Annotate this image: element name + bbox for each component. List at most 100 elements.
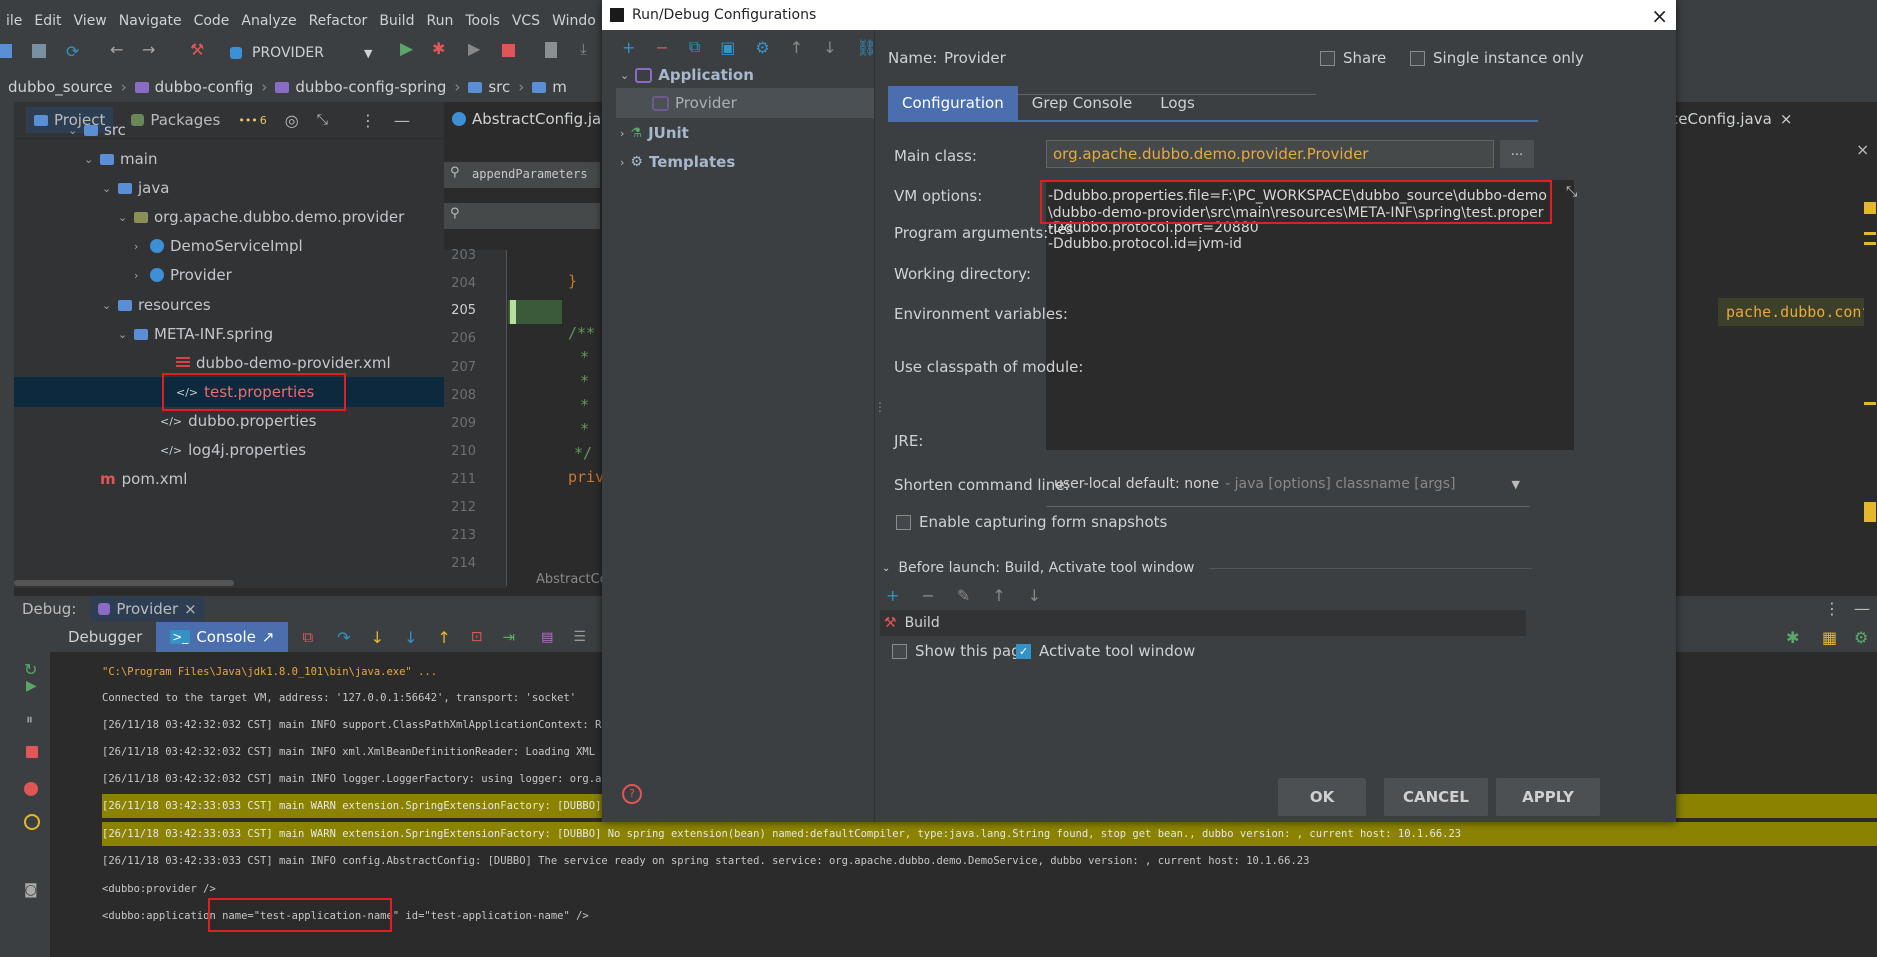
help-icon[interactable]: ? [622, 784, 642, 804]
tab-grep-console[interactable]: Grep Console [1018, 86, 1147, 120]
close-icon[interactable]: × [1856, 140, 1869, 159]
editor-tab[interactable]: AbstractConfig.java [452, 102, 619, 136]
tree-node-application[interactable]: ⌄ Application [620, 66, 754, 84]
main-class-input[interactable]: org.apache.dubbo.demo.provider.Provider [1046, 140, 1494, 168]
step-over-icon[interactable]: ↷ [337, 628, 350, 647]
tree-item-src[interactable]: ⌄ src [68, 121, 126, 139]
replace-input[interactable]: ⚲ [444, 203, 600, 229]
editor-tab-right[interactable]: ceConfig.java × [1670, 102, 1792, 136]
tree-item-resources[interactable]: ⌄ resources [102, 296, 211, 314]
tree-item-java[interactable]: ⌄ java [102, 179, 169, 197]
show-page-check[interactable] [892, 644, 907, 659]
single-instance-check[interactable] [1410, 51, 1425, 66]
name-value[interactable]: Provider [944, 49, 1006, 67]
add-icon[interactable]: + [622, 38, 635, 57]
tree-item-log4j-properties[interactable]: </> log4j.properties [160, 441, 306, 459]
activate-window-check[interactable]: ✓ [1016, 644, 1031, 659]
menu-navigate[interactable]: Navigate [113, 13, 188, 29]
tab-debugger[interactable]: Debugger [54, 622, 156, 652]
before-launch-section[interactable]: ⌄ Before launch: Build, Activate tool wi… [882, 558, 1532, 578]
ok-button[interactable]: OK [1278, 778, 1366, 816]
warning-marker[interactable] [1864, 202, 1876, 214]
breadcrumb-item[interactable]: src [460, 78, 518, 96]
activate-window-checkbox[interactable]: ✓ Activate tool window [1016, 642, 1195, 660]
collapse-icon[interactable]: ⤡ [317, 112, 328, 128]
menu-run[interactable]: Run [420, 13, 459, 29]
tree-item-provider[interactable]: › Provider [134, 266, 232, 284]
project-structure-icon[interactable] [545, 42, 557, 58]
menu-edit[interactable]: Edit [28, 13, 67, 29]
remove-icon[interactable]: − [655, 38, 668, 57]
camera-icon[interactable]: ◙ [24, 882, 38, 898]
hide-panel-icon[interactable]: — [394, 111, 410, 130]
back-arrow-icon[interactable]: ← [110, 40, 123, 59]
shorten-cmd-select[interactable]: user-local default: none - java [options… [1046, 462, 1530, 507]
copy-icon[interactable]: ⧉ [689, 37, 700, 57]
tab-packages[interactable]: Packages [131, 111, 220, 129]
remove-icon[interactable]: − [921, 586, 934, 605]
move-down-icon[interactable]: ↓ [823, 38, 836, 57]
menu-view[interactable]: View [68, 13, 113, 29]
breadcrumb-item[interactable]: dubbo-config-spring [267, 78, 454, 96]
tree-item-dubbo-properties[interactable]: </> dubbo.properties [160, 412, 316, 430]
tab-console[interactable]: >_ Console ↗ [156, 622, 289, 652]
cancel-button[interactable]: CANCEL [1384, 778, 1488, 816]
search-input[interactable]: appendParameters ⚲ [444, 162, 600, 188]
settings-icon[interactable]: ⚙ [1854, 628, 1868, 647]
tree-node-junit[interactable]: › ⚗ JUnit [620, 124, 689, 142]
options-menu-icon[interactable]: ⋮ [360, 111, 376, 130]
before-launch-item-build[interactable]: ⚒ Build [880, 610, 1526, 636]
trace-icon[interactable]: ☰ [573, 629, 586, 645]
options-menu-icon[interactable]: ⋮ [1824, 599, 1840, 618]
menu-build[interactable]: Build [373, 13, 420, 29]
snapshots-checkbox[interactable]: Enable capturing form snapshots [896, 513, 1167, 531]
mute-breakpoints-icon[interactable] [24, 814, 40, 830]
debug-bug-icon[interactable]: ✱ [432, 39, 445, 58]
add-icon[interactable]: + [886, 586, 899, 605]
stop-icon[interactable] [502, 44, 515, 57]
step-into-icon[interactable]: ↓ [371, 628, 384, 647]
breadcrumb-item[interactable]: dubbo_source [0, 78, 121, 96]
target-icon[interactable]: ◎ [285, 111, 299, 130]
tree-node-provider[interactable]: Provider [652, 94, 737, 112]
close-icon[interactable]: × [1651, 4, 1668, 28]
download-icon[interactable]: ⤓ [580, 40, 587, 58]
restore-layout-icon[interactable]: ↗ [262, 628, 275, 646]
share-check[interactable] [1320, 51, 1335, 66]
tab-logs[interactable]: Logs [1146, 86, 1209, 120]
breadcrumb-item[interactable]: dubbo-config [127, 78, 262, 96]
drop-frame-icon[interactable]: ⊡ [471, 629, 483, 645]
close-icon[interactable]: × [1780, 110, 1793, 128]
move-up-icon[interactable]: ↑ [790, 38, 803, 57]
menu-tools[interactable]: Tools [459, 13, 506, 29]
menu-analyze[interactable]: Analyze [235, 13, 302, 29]
run-config-selector[interactable]: PROVIDER ▼ [230, 42, 372, 64]
run-to-cursor-icon[interactable]: ⇥ [503, 628, 516, 646]
hide-panel-icon[interactable]: — [1854, 599, 1870, 618]
close-icon[interactable]: × [184, 600, 197, 618]
build-hammer-icon[interactable]: ⚒ [190, 40, 204, 59]
single-instance-checkbox[interactable]: Single instance only [1410, 49, 1584, 67]
tree-item-main[interactable]: ⌄ main [84, 150, 157, 168]
resume-icon[interactable]: ▶ [26, 678, 37, 694]
apply-button[interactable]: APPLY [1496, 778, 1600, 816]
gear-icon[interactable]: ⚙ [755, 38, 769, 57]
menu-window[interactable]: Windo [546, 13, 602, 29]
show-page-checkbox[interactable]: Show this page [892, 642, 1030, 660]
more-tabs-button[interactable]: ••• 6 [238, 114, 266, 127]
debug-session-tab[interactable]: Provider × [90, 597, 205, 621]
sync-icon[interactable]: ⟳ [66, 42, 79, 61]
forward-arrow-icon[interactable]: → [142, 40, 155, 59]
tree-item-provider-xml[interactable]: dubbo-demo-provider.xml [176, 354, 391, 372]
stop-icon[interactable] [26, 746, 38, 758]
move-down-icon[interactable]: ↓ [1028, 586, 1041, 605]
save-icon[interactable]: ▣ [720, 38, 735, 57]
force-step-into-icon[interactable]: ↓ [404, 628, 417, 647]
tab-configuration[interactable]: Configuration [888, 86, 1018, 120]
tree-item-package[interactable]: ⌄ org.apache.dubbo.demo.provider [118, 208, 404, 226]
edit-icon[interactable]: ✎ [957, 586, 970, 605]
open-folder-icon[interactable] [0, 44, 12, 58]
bug-icon[interactable]: ✱ [1786, 628, 1799, 647]
run-icon[interactable]: ▶ [400, 39, 413, 59]
tree-item-meta-inf[interactable]: ⌄ META-INF.spring [118, 325, 273, 343]
